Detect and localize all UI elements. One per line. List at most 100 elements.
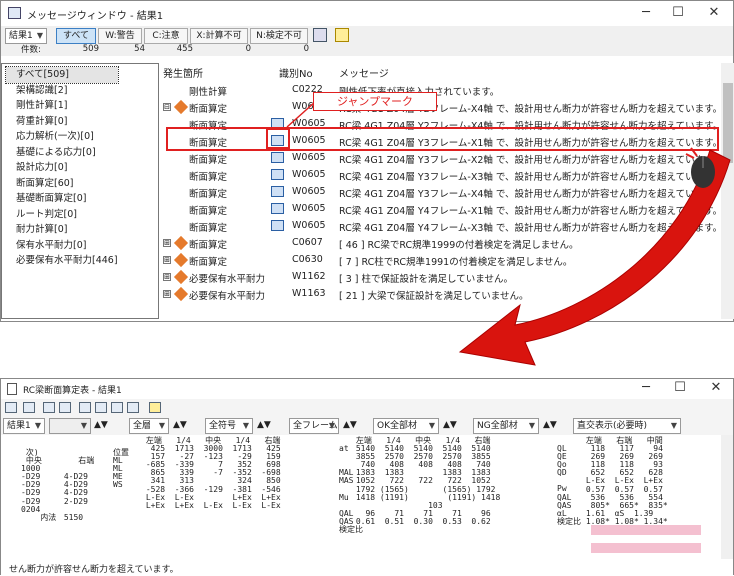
row-id: W1163 <box>292 288 326 299</box>
tree-item[interactable]: すべて[509] <box>5 66 119 84</box>
tree-item[interactable]: 架構認識[2] <box>6 83 118 99</box>
up-down-arrows-icon[interactable]: ▲▼ <box>443 420 457 430</box>
tree-item[interactable]: 剛性計算[1] <box>6 98 118 114</box>
floor-select[interactable]: 全層 ▼ <box>129 418 169 434</box>
up-down-arrows-icon[interactable]: ▲▼ <box>173 420 187 430</box>
settings-icon[interactable] <box>335 28 349 42</box>
document-icon <box>7 383 17 395</box>
filter-all-button[interactable]: すべて <box>56 28 96 44</box>
row-id: W0605 <box>292 203 326 214</box>
expand-icon[interactable]: ⊞ <box>163 256 171 264</box>
window-title-2: RC梁断面算定表 - 結果1 <box>23 386 122 396</box>
filter-bar-2: 結果1 ▼ ▼ ▲▼ 全層 ▼ ▲▼ 全符号 ▼ ▲▼ 全フレーム ▼ ▲▼ OK全部材… <box>1 417 733 435</box>
row-location: 剛性計算 <box>189 87 228 98</box>
title-bar-2: RC梁断面算定表 - 結果1 ─ ☐ ✕ <box>1 379 733 399</box>
tree-item[interactable]: 断面算定[60] <box>6 176 118 192</box>
up-down-arrows-icon[interactable]: ▲▼ <box>343 420 357 430</box>
row-id: C0607 <box>292 237 323 248</box>
header-id[interactable]: 識別No <box>279 65 313 80</box>
header-location[interactable]: 発生箇所 <box>163 65 203 80</box>
export-icon[interactable] <box>111 402 123 413</box>
up-down-arrows-icon[interactable]: ▲▼ <box>543 420 557 430</box>
tree-item[interactable]: 保有水平耐力[0] <box>6 238 118 254</box>
maximize-button[interactable]: ☐ <box>663 4 693 22</box>
moment-table: 左端 1/4 中央 1/4 右端 425 1713 3000 1713 425 … <box>145 436 281 510</box>
ng-highlight-qas <box>591 525 701 535</box>
row-location: 断面算定 <box>189 257 228 268</box>
filter-bar: 結果1 ▼ すべて W:警告 C:注意 X:計算不可 N:検定不可 件数: 509… <box>1 26 733 56</box>
status-message: せん断力が許容せん断力を超えています。 <box>1 560 733 576</box>
blank-select[interactable]: ▼ <box>49 418 91 434</box>
row-id: C0630 <box>292 254 323 265</box>
row-id: W0605 <box>292 186 326 197</box>
rc-beam-window: RC梁断面算定表 - 結果1 ─ ☐ ✕ 結果1 ▼ ▼ ▲▼ 全層 ▼ ▲▼ 全符… <box>0 378 734 576</box>
display-mode-select[interactable]: 直交表示(必要時) ▼ <box>573 418 681 434</box>
close-button[interactable]: ✕ <box>699 4 729 22</box>
count-nocheck: 0 <box>303 44 309 54</box>
tree-item[interactable]: 応力解析(一次)[0] <box>6 129 118 145</box>
vertical-scrollbar-2[interactable] <box>721 435 733 559</box>
ng-highlight-ratio <box>591 543 701 553</box>
calc-sheet: 次) 中央 1000 -D29 -D29 -D29 -D29 0204 内法 右… <box>1 435 723 559</box>
symbol-select[interactable]: 全符号 ▼ <box>205 418 253 434</box>
minimize-button[interactable]: ─ <box>631 4 661 22</box>
message-row[interactable]: 剛性計算C0222剛性低下率が直接入力されています。 <box>159 81 719 98</box>
header-message[interactable]: メッセージ <box>339 65 389 80</box>
count-label: 件数: <box>21 45 41 55</box>
minimize-button-2[interactable]: ─ <box>631 379 661 397</box>
result-select-2[interactable]: 結果1 ▼ <box>3 418 45 434</box>
list-icon[interactable] <box>23 402 35 413</box>
tree-item[interactable]: 必要保有水平耐力[446] <box>6 253 118 269</box>
result-select[interactable]: 結果1 ▼ <box>5 28 47 44</box>
ok-member-select[interactable]: OK全部材 ▼ <box>373 418 439 434</box>
expand-icon[interactable]: ⊞ <box>163 273 171 281</box>
preview-icon[interactable] <box>95 402 107 413</box>
tree-item[interactable]: 設計応力[0] <box>6 160 118 176</box>
filter-nocheck-button[interactable]: N:検定不可 <box>250 28 308 44</box>
tree-item[interactable]: ルート判定[0] <box>6 207 118 223</box>
expand-icon[interactable]: ⊞ <box>163 239 171 247</box>
up-down-arrows-icon[interactable]: ▲▼ <box>257 420 271 430</box>
tree-item[interactable]: 耐力計算[0] <box>6 222 118 238</box>
warning-icon <box>173 252 189 268</box>
section-info-col: 次) 中央 1000 -D29 -D29 -D29 -D29 0204 内法 <box>21 448 57 522</box>
tree-item[interactable]: 基礎断面算定[0] <box>6 191 118 207</box>
jump-icon[interactable] <box>271 152 284 163</box>
jump-icon[interactable] <box>271 186 284 197</box>
tree-item[interactable]: 基礎による応力[0] <box>6 145 118 161</box>
print-icon[interactable] <box>313 28 327 42</box>
sort-asc-icon[interactable] <box>43 402 55 413</box>
count-caution: 455 <box>176 44 193 54</box>
shear-labels: QL QE Qo QD Pw QAL QAS αL 検定比 <box>557 444 581 526</box>
frame-select[interactable]: 全フレーム ▼ <box>289 418 339 434</box>
settings-icon-2[interactable] <box>149 402 161 413</box>
row-location: 断面算定 <box>189 189 228 200</box>
image-icon[interactable] <box>127 402 139 413</box>
close-button-2[interactable]: ✕ <box>701 379 731 397</box>
expand-icon[interactable]: ⊞ <box>163 290 171 298</box>
jump-icon[interactable] <box>271 203 284 214</box>
maximize-button-2[interactable]: ☐ <box>665 379 695 397</box>
count-warning: 54 <box>134 44 145 54</box>
row-id: W0605 <box>292 169 326 180</box>
print-icon-2[interactable] <box>79 402 91 413</box>
up-down-arrows-icon[interactable]: ▲▼ <box>94 420 108 430</box>
message-row[interactable]: ⊟ 断面算定 W0605 RC梁 4G1 Z04層 Y2フレーム-X4軸 で、設計用せ… <box>159 98 722 115</box>
ng-member-select[interactable]: NG全部材 ▼ <box>473 418 539 434</box>
category-tree: すべて[509] 架構認識[2] 剛性計算[1] 荷重計算[0] 応力解析(一次)[0]… <box>1 63 159 319</box>
row-location: 断面算定 <box>189 172 228 183</box>
row-location: 断面算定 <box>189 104 228 115</box>
tree-item[interactable]: 荷重計算[0] <box>6 114 118 130</box>
sort-desc-icon[interactable] <box>59 402 71 413</box>
expand-icon[interactable]: ⊟ <box>163 103 171 111</box>
jump-icon[interactable] <box>271 169 284 180</box>
count-noncalc: 0 <box>245 44 251 54</box>
dropdown-arrow-icon: ▼ <box>428 421 435 430</box>
filter-noncalc-button[interactable]: X:計算不可 <box>190 28 248 44</box>
jump-icon[interactable] <box>271 220 284 231</box>
copy-icon[interactable] <box>5 402 17 413</box>
ng-member-select-value: NG全部材 <box>477 421 518 431</box>
filter-caution-button[interactable]: C:注意 <box>144 28 188 44</box>
dropdown-arrow-icon: ▼ <box>670 421 677 430</box>
filter-warning-button[interactable]: W:警告 <box>98 28 142 44</box>
